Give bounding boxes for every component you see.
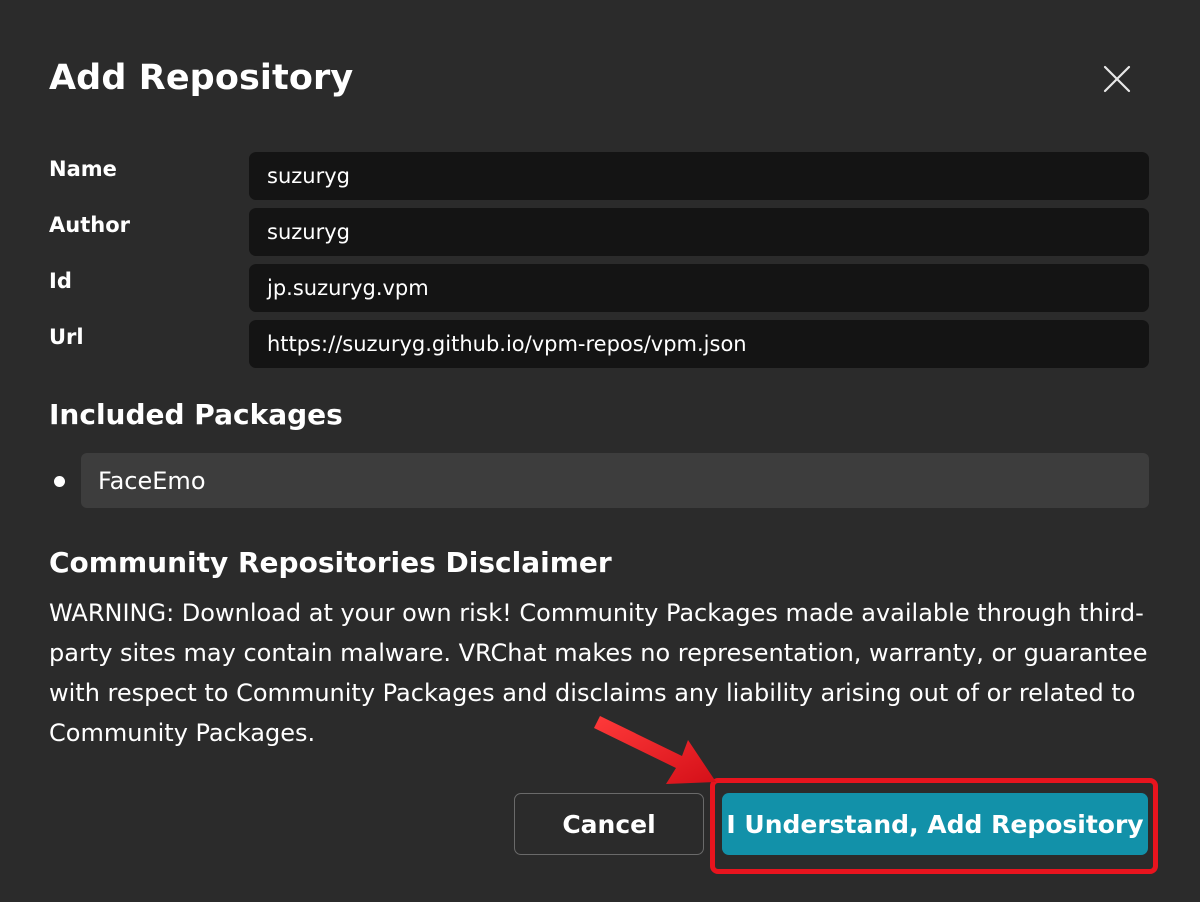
close-button[interactable] [1096,58,1138,100]
package-list-item: FaceEmo [81,453,1149,508]
name-field[interactable]: suzuryg [249,152,1149,200]
disclaimer-heading: Community Repositories Disclaimer [49,546,612,579]
add-repository-button[interactable]: I Understand, Add Repository [722,793,1148,855]
id-field[interactable]: jp.suzuryg.vpm [249,264,1149,312]
url-field[interactable]: https://suzuryg.github.io/vpm-repos/vpm.… [249,320,1149,368]
author-label: Author [49,213,130,237]
id-label: Id [49,269,72,293]
dialog-title: Add Repository [49,58,354,98]
name-label: Name [49,157,117,181]
author-field[interactable]: suzuryg [249,208,1149,256]
included-packages-heading: Included Packages [49,398,343,431]
disclaimer-text: WARNING: Download at your own risk! Comm… [49,599,1148,747]
cancel-button[interactable]: Cancel [514,793,704,855]
url-label: Url [49,325,84,349]
close-icon [1103,65,1131,93]
add-repository-dialog: Add Repository Name suzuryg Author suzur… [0,0,1200,902]
list-bullet [54,476,65,487]
